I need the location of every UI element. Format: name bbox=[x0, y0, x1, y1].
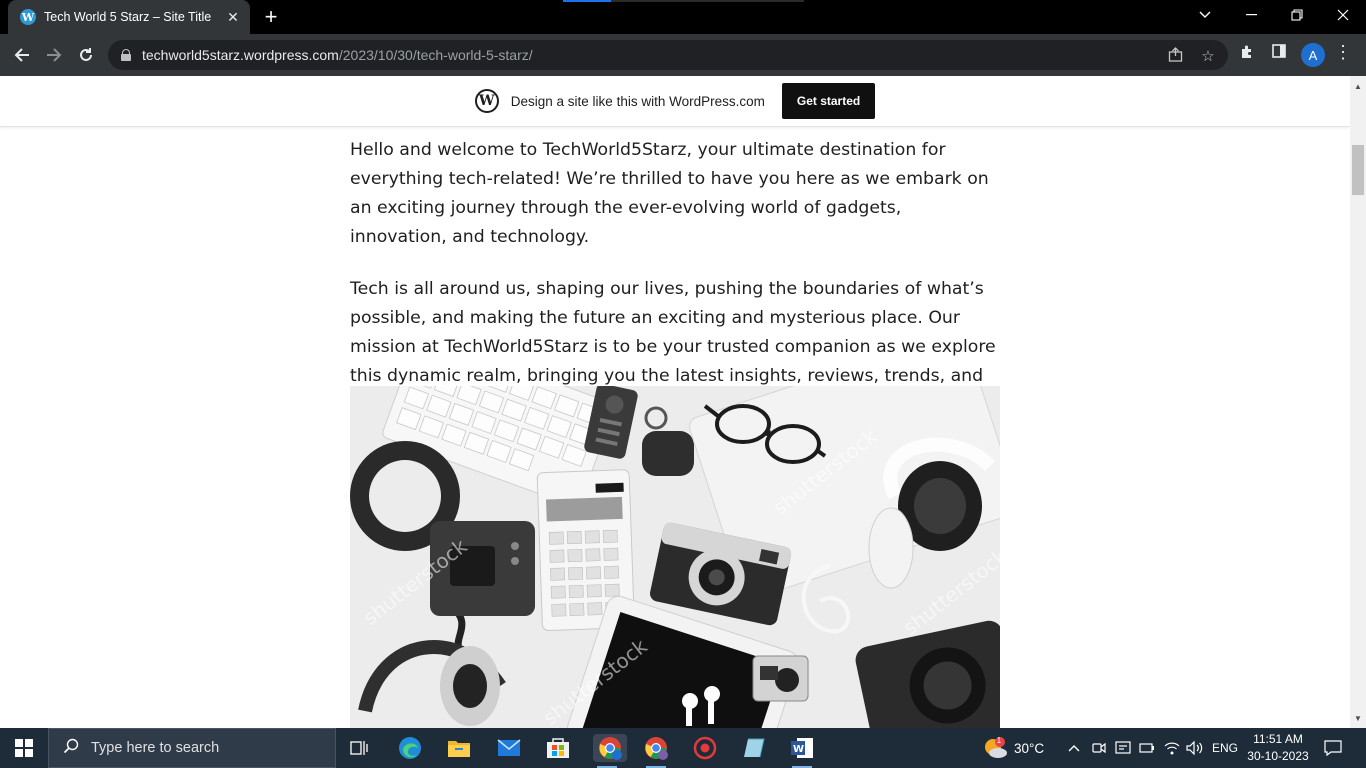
lock-icon[interactable] bbox=[120, 49, 132, 61]
tab-strip-shadow bbox=[611, 0, 804, 2]
close-tab-icon[interactable]: ✕ bbox=[224, 9, 242, 26]
screen-recorder-icon[interactable] bbox=[691, 734, 719, 762]
microsoft-store-icon[interactable] bbox=[544, 734, 572, 762]
reload-icon bbox=[80, 48, 92, 61]
weather-widget[interactable]: 1 30°C bbox=[982, 728, 1044, 768]
tab-search-icon[interactable] bbox=[1182, 0, 1228, 30]
chrome-profile-t-icon[interactable] bbox=[642, 734, 670, 768]
meet-now-icon[interactable] bbox=[1092, 728, 1106, 768]
battery-plug-icon[interactable] bbox=[1139, 728, 1155, 768]
taskbar-search-box[interactable]: Type here to search bbox=[48, 728, 336, 768]
forward-arrow-icon bbox=[47, 48, 62, 62]
windows-taskbar: Type here to search W 1 30°C ENG 11:51 A… bbox=[0, 728, 1366, 768]
back-button[interactable] bbox=[8, 41, 36, 69]
get-started-button[interactable]: Get started bbox=[781, 83, 876, 119]
windows-logo-icon bbox=[15, 739, 33, 757]
chrome-profile-a-icon[interactable] bbox=[593, 734, 627, 768]
tab-strip-highlight bbox=[563, 0, 611, 2]
wordpress-logo-icon[interactable]: W bbox=[474, 89, 499, 113]
notes-app-icon[interactable] bbox=[740, 734, 768, 762]
gadgets-photo-illustration: shutterstock shutterstock shutterstock s… bbox=[350, 386, 1000, 728]
system-clock[interactable]: 11:51 AM 30-10-2023 bbox=[1240, 731, 1316, 765]
wifi-icon[interactable] bbox=[1164, 728, 1180, 768]
url-path: /2023/10/30/tech-world-5-starz/ bbox=[338, 47, 533, 63]
web-page: W Design a site like this with WordPress… bbox=[0, 76, 1350, 728]
volume-icon[interactable] bbox=[1186, 728, 1204, 768]
url-host: techworld5starz.wordpress.com bbox=[142, 47, 339, 63]
extensions-icon[interactable] bbox=[1236, 44, 1258, 65]
article-paragraph: Hello and welcome to TechWorld5Starz, yo… bbox=[350, 140, 989, 247]
start-button[interactable] bbox=[0, 728, 48, 768]
reload-button[interactable] bbox=[72, 41, 100, 69]
forward-button[interactable] bbox=[40, 41, 68, 69]
address-bar[interactable]: techworld5starz.wordpress.com/2023/10/30… bbox=[108, 40, 1228, 70]
menu-kebab-icon[interactable]: ⋮ bbox=[1332, 42, 1354, 63]
tab-strip: W Tech World 5 Starz – Site Title ✕ + bbox=[0, 0, 1366, 34]
mail-icon[interactable] bbox=[495, 734, 523, 762]
browser-toolbar: techworld5starz.wordpress.com/2023/10/30… bbox=[0, 34, 1366, 76]
browser-tab[interactable]: W Tech World 5 Starz – Site Title ✕ bbox=[8, 0, 250, 34]
scrollbar-thumb[interactable] bbox=[1352, 145, 1364, 195]
svg-text:W: W bbox=[793, 744, 804, 755]
share-icon[interactable] bbox=[1166, 47, 1184, 66]
device-icon[interactable] bbox=[1115, 728, 1131, 768]
word-app-icon[interactable]: W bbox=[788, 734, 816, 768]
clock-date: 30-10-2023 bbox=[1247, 749, 1309, 763]
wordpress-banner: W Design a site like this with WordPress… bbox=[0, 76, 1350, 127]
minimize-button[interactable] bbox=[1228, 0, 1274, 30]
clock-time: 11:51 AM bbox=[1253, 732, 1303, 746]
bookmark-star-icon[interactable]: ☆ bbox=[1199, 47, 1217, 65]
scroll-down-arrow-icon[interactable]: ▼ bbox=[1350, 712, 1366, 726]
notifications-icon[interactable] bbox=[1324, 728, 1342, 768]
profile-avatar[interactable]: A bbox=[1301, 43, 1325, 67]
taskbar-search-placeholder: Type here to search bbox=[91, 740, 220, 756]
back-arrow-icon bbox=[14, 48, 29, 62]
tab-title: Tech World 5 Starz – Site Title bbox=[44, 10, 212, 24]
language-indicator[interactable]: ENG bbox=[1212, 728, 1238, 768]
search-icon bbox=[63, 738, 79, 759]
gadgets-photo[interactable]: shutterstock shutterstock shutterstock s… bbox=[350, 386, 1000, 728]
file-explorer-icon[interactable] bbox=[445, 734, 473, 762]
weather-badge: 1 bbox=[996, 736, 1002, 745]
banner-text[interactable]: Design a site like this with WordPress.c… bbox=[511, 94, 765, 109]
close-window-button[interactable] bbox=[1320, 0, 1366, 30]
weather-temperature: 30°C bbox=[1014, 740, 1045, 756]
edge-browser-icon[interactable] bbox=[396, 734, 424, 762]
task-view-icon[interactable] bbox=[346, 734, 374, 762]
wordpress-favicon-icon: W bbox=[20, 9, 36, 25]
side-panel-icon[interactable] bbox=[1268, 44, 1290, 63]
show-hidden-icons-chevron-icon[interactable] bbox=[1068, 728, 1080, 768]
new-tab-button[interactable]: + bbox=[258, 4, 284, 30]
restore-button[interactable] bbox=[1274, 0, 1320, 30]
scroll-up-arrow-icon[interactable]: ▲ bbox=[1350, 80, 1366, 94]
